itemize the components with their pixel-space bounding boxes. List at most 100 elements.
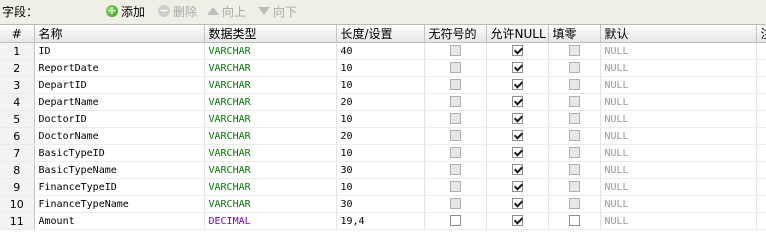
add-field-button[interactable]: + 添加 [106,2,145,20]
length-cell[interactable]: 30 [336,161,425,179]
allow-null-cell [486,110,549,128]
allow-null-checkbox[interactable] [511,62,523,74]
data-type-cell[interactable]: VARCHAR [204,76,337,94]
unsigned-checkbox[interactable] [449,215,461,227]
data-type-cell[interactable]: VARCHAR [204,110,337,128]
data-type-cell[interactable]: VARCHAR [204,42,337,60]
allow-null-checkbox[interactable] [511,79,523,91]
table-row[interactable]: 2 ReportDate VARCHAR 10 NULL [0,59,766,77]
comment-cell[interactable] [756,127,766,145]
fields-grid[interactable]: # 名称 数据类型 长度/设置 无符号的 允许NULL 填零 默认 注 1IDV… [0,24,766,243]
field-name-cell[interactable]: BasicTypeName [34,161,205,179]
length-cell[interactable]: 10 [336,110,425,128]
length-cell[interactable]: 10 [336,144,425,162]
unsigned-checkbox [449,113,461,125]
field-name-cell[interactable]: FinanceTypeName [34,195,205,213]
allow-null-checkbox[interactable] [511,164,523,176]
default-cell[interactable]: NULL [600,59,757,77]
allow-null-checkbox[interactable] [511,130,523,142]
data-type-cell[interactable]: VARCHAR [204,93,337,111]
header-default[interactable]: 默认 [600,25,757,43]
field-name-cell[interactable]: ID [34,42,205,60]
row-number: 3 [0,76,35,94]
comment-cell[interactable] [756,195,766,213]
header-length[interactable]: 长度/设置 [336,25,425,43]
allow-null-checkbox[interactable] [511,45,523,57]
comment-cell[interactable] [756,93,766,111]
fields-toolbar: 字段： + 添加 − 删除 向上 向下 [0,0,766,22]
default-cell[interactable]: NULL [600,212,757,230]
move-up-button[interactable]: 向上 [207,2,246,20]
comment-cell[interactable] [756,110,766,128]
field-name-cell[interactable]: BasicTypeID [34,144,205,162]
default-cell[interactable]: NULL [600,144,757,162]
default-cell[interactable]: NULL [600,76,757,94]
table-row[interactable]: 7 BasicTypeID VARCHAR 10 NULL [0,144,766,162]
header-zerofill[interactable]: 填零 [548,25,601,43]
allow-null-checkbox[interactable] [511,181,523,193]
length-cell[interactable]: 10 [336,76,425,94]
zerofill-cell [548,178,601,196]
default-cell[interactable]: NULL [600,161,757,179]
field-name-cell[interactable]: ReportDate [34,59,205,77]
move-down-button[interactable]: 向下 [258,2,297,20]
length-cell[interactable]: 20 [336,93,425,111]
field-name-cell[interactable]: DepartID [34,76,205,94]
comment-cell[interactable] [756,42,766,60]
allow-null-checkbox[interactable] [511,215,523,227]
length-cell[interactable]: 30 [336,195,425,213]
data-type-cell[interactable]: VARCHAR [204,178,337,196]
table-row[interactable]: 6 DoctorName VARCHAR 20 NULL [0,127,766,145]
data-type-cell[interactable]: VARCHAR [204,127,337,145]
default-cell[interactable]: NULL [600,42,757,60]
comment-cell[interactable] [756,76,766,94]
data-type-cell[interactable]: VARCHAR [204,195,337,213]
table-row[interactable]: 5 DoctorID VARCHAR 10 NULL [0,110,766,128]
length-cell[interactable]: 40 [336,42,425,60]
length-cell[interactable]: 10 [336,59,425,77]
field-name-cell[interactable]: DoctorName [34,127,205,145]
field-name-cell[interactable]: DoctorID [34,110,205,128]
allow-null-checkbox[interactable] [511,198,523,210]
table-row[interactable]: 1 ID VARCHAR 40 NULL [0,42,766,60]
length-cell[interactable]: 10 [336,178,425,196]
comment-cell[interactable] [756,161,766,179]
default-cell[interactable]: NULL [600,127,757,145]
default-cell[interactable]: NULL [600,195,757,213]
data-type-cell[interactable]: DECIMAL [204,212,337,230]
header-comment[interactable]: 注 [756,25,766,43]
table-row[interactable]: 8 BasicTypeName VARCHAR 30 NULL [0,161,766,179]
zerofill-checkbox [568,79,580,91]
data-type-cell[interactable]: VARCHAR [204,161,337,179]
data-type-cell[interactable]: VARCHAR [204,144,337,162]
zerofill-cell [548,195,601,213]
header-rownum[interactable]: # [0,25,35,43]
default-cell[interactable]: NULL [600,178,757,196]
comment-cell[interactable] [756,178,766,196]
header-allow-null[interactable]: 允许NULL [486,25,549,43]
data-type-cell[interactable]: VARCHAR [204,59,337,77]
field-name-cell[interactable]: Amount [34,212,205,230]
default-cell[interactable]: NULL [600,110,757,128]
header-unsigned[interactable]: 无符号的 [424,25,487,43]
zerofill-checkbox[interactable] [568,215,580,227]
table-row[interactable]: 9 FinanceTypeID VARCHAR 10 NULL [0,178,766,196]
table-row[interactable]: 11 Amount DECIMAL 19,4 NULL [0,212,766,230]
field-name-cell[interactable]: FinanceTypeID [34,178,205,196]
header-datatype[interactable]: 数据类型 [204,25,337,43]
delete-field-button[interactable]: − 删除 [158,2,197,20]
table-row[interactable]: 3 DepartID VARCHAR 10 NULL [0,76,766,94]
header-name[interactable]: 名称 [34,25,205,43]
field-name-cell[interactable]: DepartName [34,93,205,111]
length-cell[interactable]: 19,4 [336,212,425,230]
comment-cell[interactable] [756,212,766,230]
length-cell[interactable]: 20 [336,127,425,145]
comment-cell[interactable] [756,59,766,77]
allow-null-checkbox[interactable] [511,96,523,108]
table-row[interactable]: 10 FinanceTypeName VARCHAR 30 NULL [0,195,766,213]
comment-cell[interactable] [756,144,766,162]
allow-null-checkbox[interactable] [511,113,523,125]
default-cell[interactable]: NULL [600,93,757,111]
table-row[interactable]: 4 DepartName VARCHAR 20 NULL [0,93,766,111]
allow-null-checkbox[interactable] [511,147,523,159]
